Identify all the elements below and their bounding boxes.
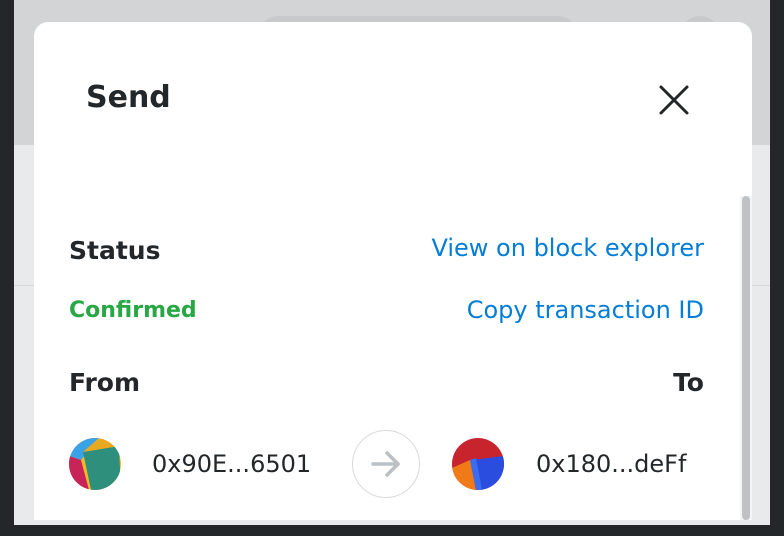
- view-on-block-explorer-link[interactable]: View on block explorer: [431, 234, 704, 262]
- status-badge: Confirmed: [69, 298, 197, 323]
- close-button[interactable]: [654, 80, 694, 120]
- arrow-right-icon: [371, 451, 400, 477]
- from-address[interactable]: 0x90E...6501: [152, 450, 311, 478]
- to-address[interactable]: 0x180...deFf: [536, 450, 686, 478]
- modal-title: Send: [86, 80, 171, 115]
- from-avatar: [69, 438, 121, 490]
- transfer-direction: [352, 430, 420, 498]
- close-icon: [659, 85, 689, 115]
- transaction-details-modal: Send Status View on block explorer Confi…: [34, 22, 752, 520]
- status-label: Status: [69, 236, 161, 265]
- to-label: To: [673, 368, 704, 397]
- scrollbar[interactable]: [740, 196, 752, 520]
- copy-transaction-id-link[interactable]: Copy transaction ID: [467, 296, 704, 324]
- to-avatar: [452, 438, 504, 490]
- scrollbar-thumb[interactable]: [742, 196, 750, 520]
- from-label: From: [69, 368, 141, 397]
